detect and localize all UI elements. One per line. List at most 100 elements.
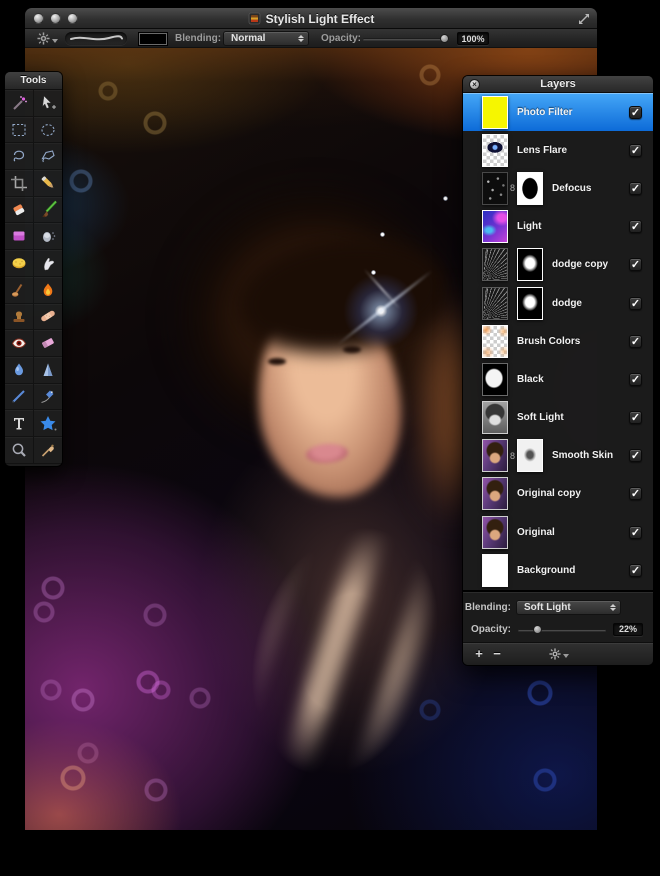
- pencil-tool[interactable]: [33, 170, 62, 197]
- layer-visibility-checkbox[interactable]: ✓: [629, 449, 642, 463]
- eraser-tool[interactable]: [5, 196, 34, 224]
- layer-name: Lens Flare: [517, 144, 568, 156]
- layer-visibility-checkbox[interactable]: ✓: [629, 181, 642, 195]
- toolbar-gear-button[interactable]: [37, 32, 59, 45]
- smudge-tool[interactable]: [33, 250, 62, 277]
- resize-icon[interactable]: [577, 12, 591, 26]
- soft-eraser-tool[interactable]: [33, 330, 62, 357]
- tools-palette-header[interactable]: Tools: [5, 72, 62, 90]
- layer-thumbnail[interactable]: [482, 324, 508, 358]
- paintbrush-tool[interactable]: [33, 197, 62, 224]
- layer-visibility-checkbox[interactable]: ✓: [629, 334, 642, 348]
- layer-thumbnail[interactable]: [482, 95, 508, 129]
- shape-tool[interactable]: [33, 410, 62, 437]
- layer-visibility-checkbox[interactable]: ✓: [629, 143, 642, 157]
- pen-tool[interactable]: [33, 384, 62, 411]
- layer-thumbnail[interactable]: [482, 439, 508, 473]
- layer-row[interactable]: Black ✓: [463, 360, 653, 398]
- layer-thumbnail[interactable]: [482, 133, 508, 167]
- layer-visibility-checkbox[interactable]: ✓: [629, 411, 642, 425]
- layer-row[interactable]: 8 Smooth Skin ✓: [463, 437, 653, 475]
- layer-row[interactable]: 8 Defocus ✓: [463, 169, 653, 207]
- tools-title: Tools: [20, 75, 47, 86]
- rect-marquee-tool[interactable]: [5, 116, 34, 144]
- layers-gear-button[interactable]: [549, 648, 569, 660]
- sponge-tool[interactable]: [5, 250, 34, 277]
- zoom-tool[interactable]: [5, 436, 34, 464]
- line-pen-icon: [11, 390, 25, 404]
- layer-thumbnail[interactable]: [482, 553, 508, 587]
- layer-visibility-checkbox[interactable]: ✓: [629, 372, 642, 386]
- layer-mask-thumbnail[interactable]: [517, 286, 543, 320]
- layer-row[interactable]: 8 dodge ✓: [463, 284, 653, 322]
- layers-opacity-field[interactable]: 22%: [613, 622, 643, 636]
- layer-row[interactable]: Brush Colors ✓: [463, 322, 653, 360]
- opacity-value-field[interactable]: 100%: [457, 32, 489, 45]
- toolbar-opacity-knob[interactable]: [440, 34, 449, 43]
- layer-visibility-checkbox[interactable]: ✓: [629, 487, 642, 501]
- crop-tool[interactable]: [5, 170, 34, 197]
- layer-visibility-checkbox[interactable]: ✓: [629, 105, 642, 119]
- layer-thumbnail[interactable]: [482, 515, 508, 549]
- palette-close-icon[interactable]: ×: [469, 79, 480, 90]
- ellipse-marquee-tool[interactable]: [33, 117, 62, 144]
- red-eye-tool[interactable]: [5, 330, 34, 357]
- layer-row[interactable]: Light ✓: [463, 208, 653, 246]
- airbrush-tool[interactable]: [33, 223, 62, 251]
- layer-visibility-checkbox[interactable]: ✓: [629, 563, 642, 577]
- sharpen-tool[interactable]: [33, 357, 62, 384]
- layer-thumbnail[interactable]: [482, 248, 508, 282]
- layer-row[interactable]: Original copy ✓: [463, 475, 653, 513]
- layers-blending-dropdown[interactable]: Soft Light: [516, 599, 621, 615]
- burn-tool[interactable]: [5, 276, 34, 304]
- layer-row[interactable]: Photo Filter ✓: [463, 93, 653, 132]
- flame-tool[interactable]: [33, 277, 62, 304]
- layer-thumbnail[interactable]: [482, 362, 508, 396]
- window-title: Stylish Light Effect: [265, 11, 375, 26]
- layer-row[interactable]: Lens Flare ✓: [463, 131, 653, 169]
- blending-dropdown[interactable]: Normal: [223, 31, 309, 46]
- layer-thumbnail[interactable]: [482, 210, 508, 244]
- layer-thumbnail[interactable]: [482, 401, 508, 435]
- layers-opacity-knob[interactable]: [533, 624, 543, 634]
- color-swatch[interactable]: [139, 32, 167, 45]
- layer-row[interactable]: Soft Light ✓: [463, 399, 653, 437]
- layer-row[interactable]: Background ✓: [463, 551, 653, 589]
- eyedropper-tool[interactable]: [33, 437, 62, 464]
- opacity-slider[interactable]: [363, 34, 449, 43]
- stamp-tool[interactable]: [5, 303, 34, 331]
- layer-visibility-checkbox[interactable]: ✓: [629, 220, 642, 234]
- blur-tool[interactable]: [5, 356, 34, 384]
- layer-mask-thumbnail[interactable]: [517, 248, 543, 282]
- eyedropper-icon: [41, 444, 54, 457]
- magic-wand-tool[interactable]: [5, 90, 34, 117]
- layer-thumbnail[interactable]: [482, 171, 508, 205]
- layer-thumbnail[interactable]: [482, 286, 508, 320]
- layers-opacity-slider[interactable]: [518, 624, 606, 634]
- layer-visibility-checkbox[interactable]: ✓: [629, 296, 642, 310]
- heal-tool[interactable]: [33, 304, 62, 331]
- brush-stroke-preview[interactable]: [65, 32, 127, 45]
- layer-name: Original copy: [517, 488, 581, 500]
- color-fill-tool[interactable]: [5, 223, 34, 251]
- add-layer-button[interactable]: +: [471, 644, 487, 664]
- remove-layer-button[interactable]: −: [489, 644, 505, 664]
- layer-thumbnail[interactable]: [482, 477, 508, 511]
- layer-row[interactable]: Original ✓: [463, 513, 653, 551]
- lasso-tool[interactable]: [5, 143, 34, 171]
- line-tool[interactable]: [5, 383, 34, 411]
- layer-visibility-checkbox[interactable]: ✓: [629, 525, 642, 539]
- titlebar[interactable]: Stylish Light Effect: [25, 8, 597, 29]
- type-tool[interactable]: [5, 410, 34, 437]
- layers-palette-header[interactable]: × Layers: [463, 76, 653, 93]
- layer-row[interactable]: 8 dodge copy ✓: [463, 246, 653, 284]
- polygon-lasso-tool[interactable]: [33, 143, 62, 171]
- brush-stroke-icon: [70, 35, 123, 41]
- layer-mask-thumbnail[interactable]: [517, 171, 543, 205]
- stamp-icon: [13, 311, 25, 323]
- layer-visibility-checkbox[interactable]: ✓: [629, 258, 642, 272]
- layer-mask-thumbnail[interactable]: [517, 439, 543, 473]
- layers-blending-value: Soft Light: [524, 601, 571, 613]
- crop-icon: [10, 175, 27, 191]
- move-tool[interactable]: [33, 90, 62, 117]
